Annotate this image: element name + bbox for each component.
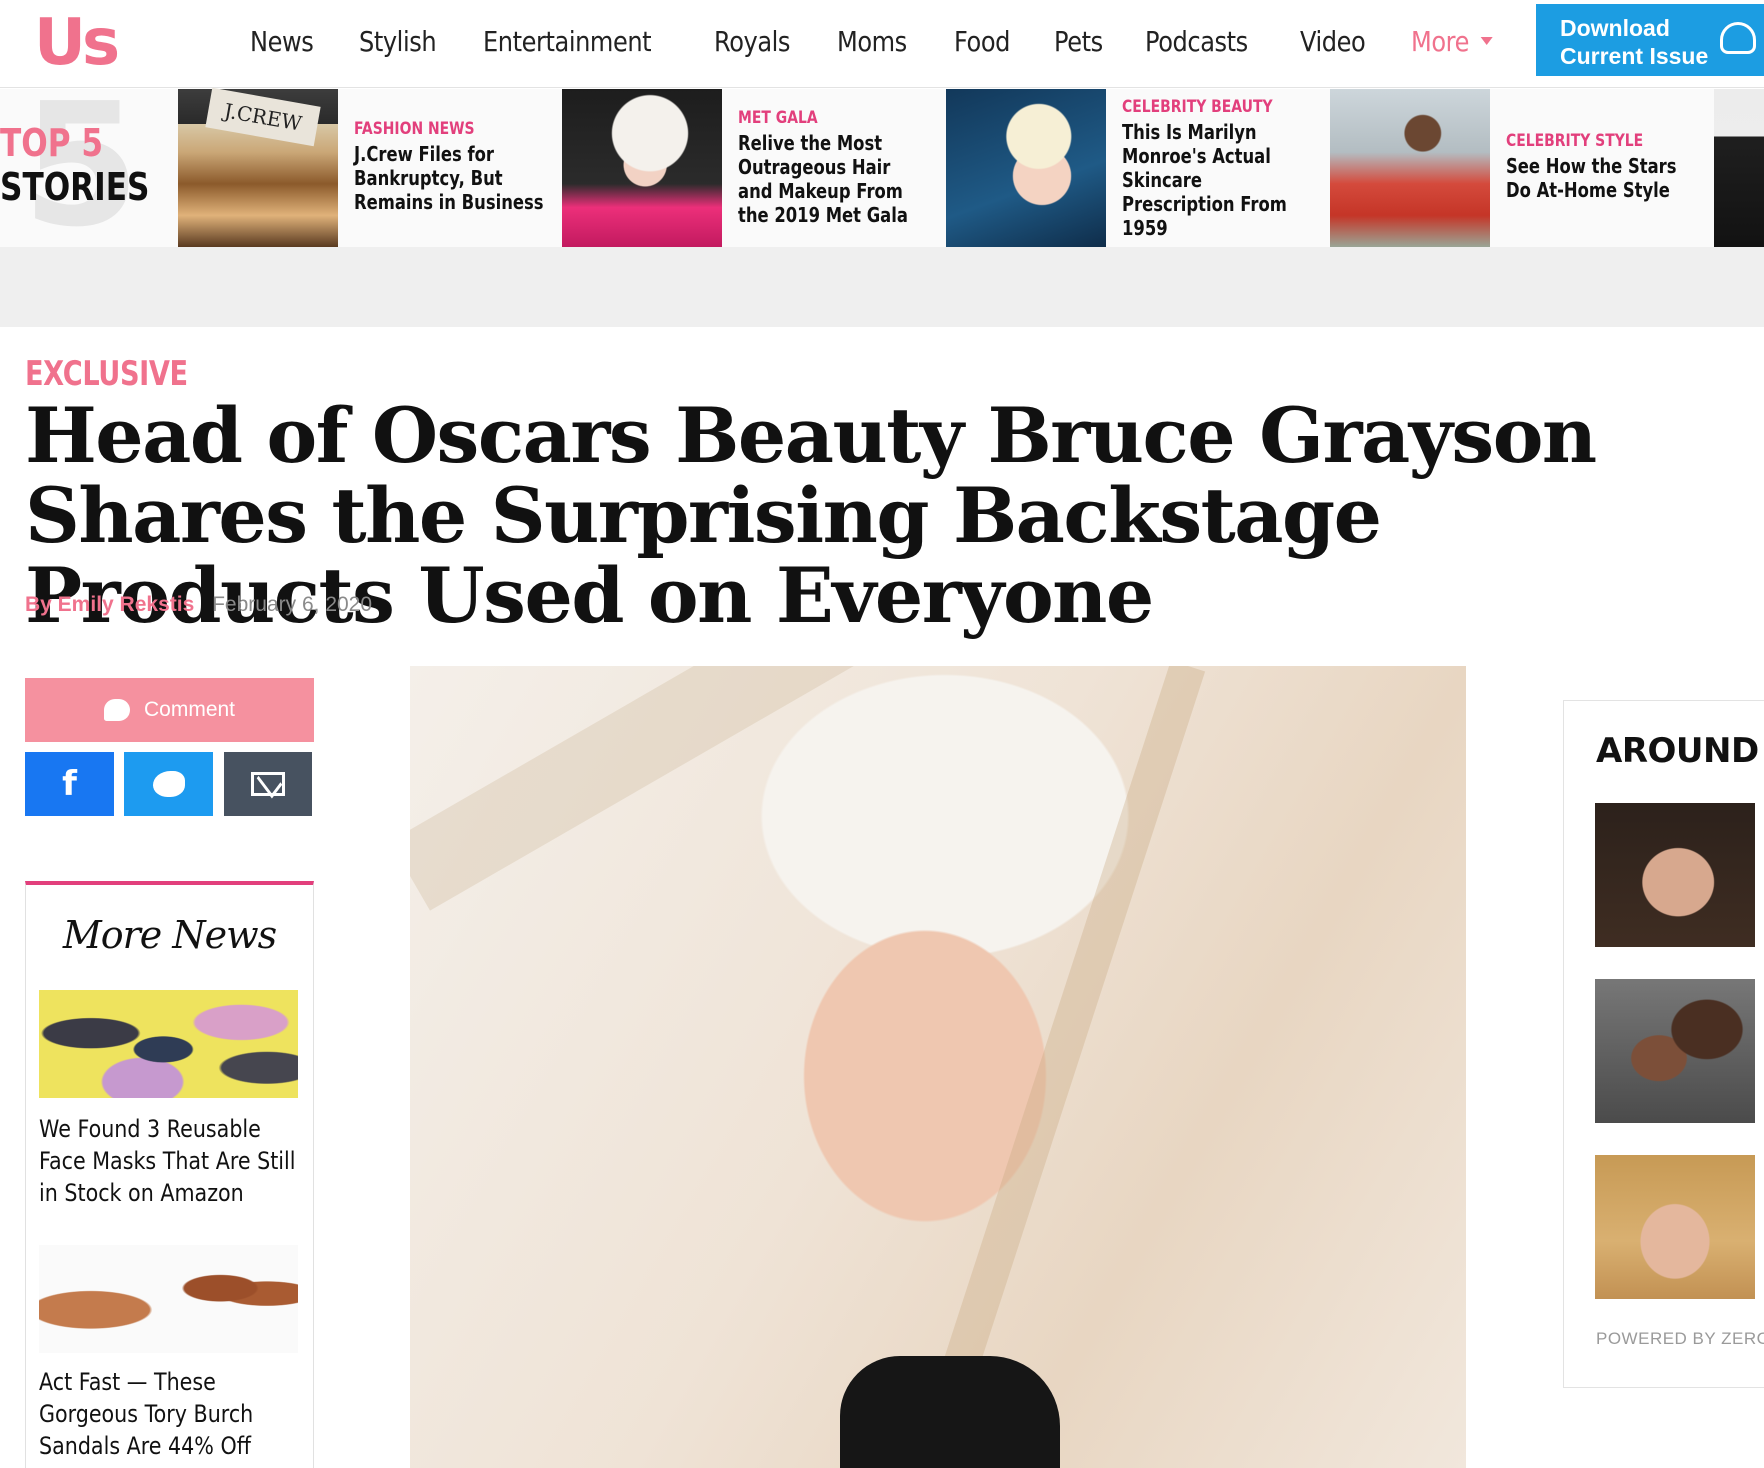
facebook-share-button[interactable]: f (25, 752, 114, 816)
top5-label-line2: STORIES (0, 165, 150, 209)
around-thumbnail[interactable] (1595, 1155, 1755, 1299)
ad-placeholder-band (0, 247, 1764, 327)
story-category[interactable]: CELEBRITY STYLE (1506, 131, 1662, 151)
story-category[interactable]: FASHION NEWS (354, 119, 510, 139)
top-stories-strip: 5 TOP 5 STORIES J.CREW FASHION NEWS J.Cr… (0, 81, 1764, 251)
nav-moms[interactable]: Moms (837, 25, 907, 58)
top5-label-line1: TOP 5 (0, 121, 104, 165)
powered-by-label[interactable]: POWERED BY ZERO (1596, 1329, 1764, 1349)
cloud-download-icon (1720, 22, 1756, 54)
more-news-panel: More News We Found 3 Reusable Face Masks… (25, 881, 314, 1468)
around-the-web-widget: AROUND T POWERED BY ZERO (1563, 700, 1764, 1388)
story-category[interactable]: MET GALA (738, 108, 894, 128)
download-current-issue-button[interactable]: Download Current Issue (1536, 4, 1764, 76)
chevron-down-icon (1480, 37, 1493, 45)
nav-more[interactable]: More (1411, 25, 1493, 58)
story-headline[interactable]: Relive the Most Outrageous Hair and Make… (738, 131, 928, 227)
story-thumbnail[interactable]: J.CREW (178, 87, 338, 247)
more-news-image-sandals[interactable] (39, 1245, 298, 1353)
story-category[interactable]: CELEBRITY BEAUTY (1122, 97, 1278, 117)
backdrop-stripe (892, 666, 1206, 1468)
comment-label: Comment (143, 698, 236, 721)
around-thumbnail[interactable] (1595, 803, 1755, 947)
nav-news[interactable]: News (250, 25, 314, 58)
black-glove (840, 1356, 1060, 1468)
main-nav: News Stylish Entertainment Royals Moms F… (250, 18, 1541, 64)
article-hero-image (410, 666, 1466, 1468)
nav-more-label: More (1410, 24, 1469, 58)
comment-button[interactable]: Comment (25, 678, 314, 742)
jcrew-store-sign: J.CREW (205, 87, 321, 147)
nav-royals[interactable]: Royals (714, 25, 790, 58)
top5-label: TOP 5 STORIES (0, 121, 182, 209)
nav-podcasts[interactable]: Podcasts (1145, 25, 1248, 58)
article-kicker[interactable]: EXCLUSIVE (25, 354, 188, 394)
nav-stylish[interactable]: Stylish (359, 25, 437, 58)
backdrop-stripe (410, 666, 1345, 911)
story-headline[interactable]: See How the Stars Do At-Home Style (1506, 154, 1696, 202)
more-news-image-face-masks[interactable] (39, 990, 298, 1098)
story-headline[interactable]: This Is Marilyn Monroe's Actual Skincare… (1122, 120, 1312, 240)
more-news-headline[interactable]: Act Fast — These Gorgeous Tory Burch San… (39, 1366, 297, 1462)
around-thumbnail[interactable] (1595, 979, 1755, 1123)
article-byline: By Emily Rekstis February 6, 2020 (25, 593, 372, 617)
twitter-share-button[interactable] (124, 752, 213, 816)
nav-food[interactable]: Food (954, 25, 1010, 58)
more-news-heading: More News (62, 913, 277, 957)
more-news-headline[interactable]: We Found 3 Reusable Face Masks That Are … (39, 1113, 297, 1209)
envelope-icon (251, 772, 285, 796)
nav-entertainment[interactable]: Entertainment (483, 25, 652, 58)
comment-bubble-icon (103, 699, 130, 721)
site-header: Us News Stylish Entertainment Royals Mom… (0, 0, 1764, 88)
around-heading: AROUND T (1596, 731, 1764, 771)
author-link[interactable]: By Emily Rekstis (25, 593, 194, 616)
story-thumbnail[interactable] (1714, 89, 1764, 247)
story-thumbnail[interactable] (562, 89, 722, 247)
email-share-button[interactable] (224, 752, 312, 816)
story-headline[interactable]: J.Crew Files for Bankruptcy, But Remains… (354, 142, 544, 214)
story-thumbnail[interactable] (946, 89, 1106, 247)
publish-date: February 6, 2020 (212, 593, 373, 616)
nav-video[interactable]: Video (1300, 25, 1366, 58)
story-thumbnail[interactable] (1330, 89, 1490, 247)
twitter-bird-icon (152, 771, 185, 797)
top-story-5[interactable] (1714, 89, 1764, 247)
nav-pets[interactable]: Pets (1054, 25, 1103, 58)
facebook-icon: f (62, 764, 77, 804)
